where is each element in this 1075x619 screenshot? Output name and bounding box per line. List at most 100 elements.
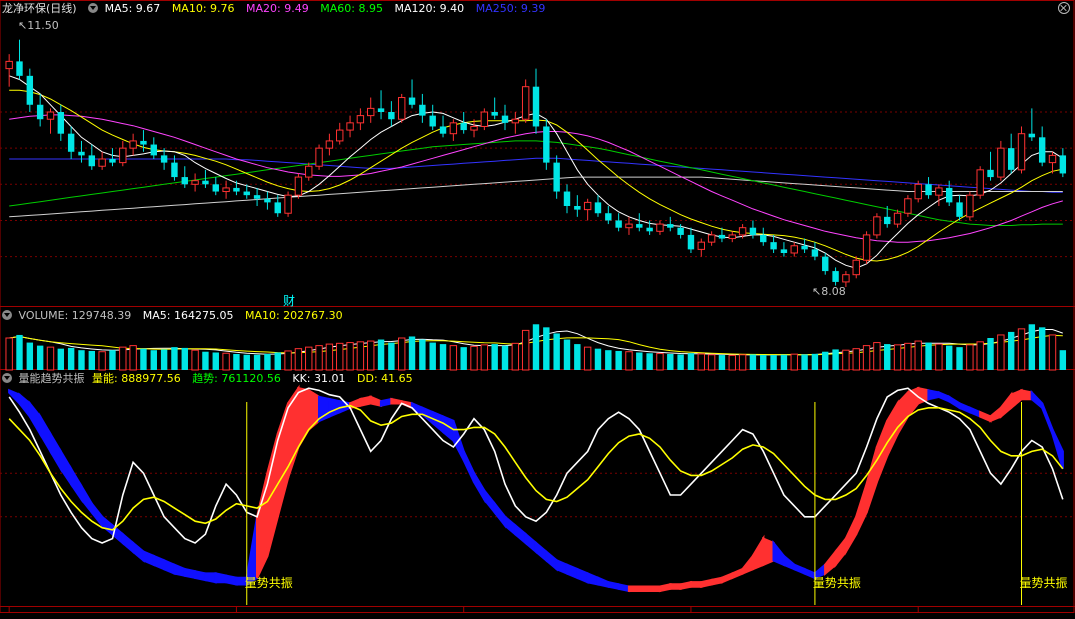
band-segment [958, 401, 971, 414]
candle-body-down [1059, 155, 1067, 174]
candle-body-down [253, 195, 261, 199]
volume-bar-down [36, 345, 44, 370]
candle-body-down [677, 227, 684, 235]
candle-body-up [336, 129, 344, 142]
volume-bar-down [615, 350, 622, 370]
volume-bar-up [583, 346, 592, 371]
volume-bar-up [398, 337, 406, 371]
candle-body-up [1017, 133, 1026, 171]
volume-bar-down [574, 344, 581, 370]
candle-body-down [501, 115, 509, 123]
candle-body-down [594, 202, 602, 214]
stock-chart-window: 龙净环保(日线) MA5: 9.67 MA10: 9.76 MA20: 9.49… [0, 0, 1075, 616]
volume-bar-down [67, 347, 75, 370]
candle-body-down [553, 162, 560, 192]
volume-bar-up [893, 344, 902, 371]
volume-bar-down [264, 354, 271, 370]
close-icon[interactable] [1058, 2, 1070, 14]
candle-body-up [904, 198, 912, 214]
candle-body-up [470, 125, 478, 131]
candle-body-down [946, 187, 953, 203]
volume-bar-down [563, 339, 571, 370]
volume-bar-up [470, 345, 478, 371]
candle-body-up [625, 223, 633, 229]
volume-bar-down [429, 342, 436, 370]
candle-body-up [842, 274, 850, 283]
volume-bar-down [822, 351, 829, 370]
candle-body-up [191, 180, 199, 185]
candle-body-down [16, 61, 23, 76]
candle-body-up [294, 176, 303, 196]
band-segment [596, 576, 610, 588]
candle-body-down [233, 187, 240, 192]
indicator-panel-header: 量能趋势共振 量能: 888977.56 趋势: 761120.56 KK: 3… [2, 371, 421, 387]
main-panel-header: 龙净环保(日线) MA5: 9.67 MA10: 9.76 MA20: 9.49… [2, 1, 553, 17]
candle-body-up [284, 194, 292, 214]
volume-bar-down [677, 354, 684, 370]
candle-body-down [987, 169, 994, 178]
band-segment [741, 552, 754, 576]
volume-menu-icon[interactable] [2, 310, 12, 320]
candle-body-up [728, 234, 736, 240]
financial-report-marker[interactable]: 财 [283, 292, 295, 309]
volume-bar-up [119, 346, 127, 371]
volume-bar-up [1048, 334, 1057, 371]
kk-label: KK: 31.01 [292, 372, 346, 385]
volume-bar-down [811, 353, 819, 370]
volume-bar-up [904, 342, 912, 371]
volume-bar-up [625, 351, 633, 371]
band-segment [720, 571, 734, 584]
candle-body-up [480, 111, 489, 127]
band-segment [1020, 389, 1033, 401]
band-segment [824, 548, 837, 576]
band-segment [472, 469, 486, 504]
band-segment [617, 583, 631, 593]
indicator-menu-icon[interactable] [2, 373, 12, 383]
volume-bar-down [925, 342, 932, 370]
band-segment [772, 539, 785, 567]
candle-body-up [346, 122, 354, 131]
band-segment [359, 395, 372, 407]
band-segment [152, 554, 166, 571]
candle-body-down [956, 202, 963, 217]
band-segment [937, 390, 951, 403]
candle-body-up [46, 111, 55, 120]
band-segment [225, 574, 238, 586]
candle-body-down [615, 220, 622, 228]
volume-bar-down [780, 354, 788, 370]
candle-body-down [822, 256, 829, 272]
candle-body-up [98, 158, 106, 167]
volume-bar-down [26, 342, 34, 370]
band-segment [121, 531, 135, 555]
band-segment [80, 482, 93, 516]
volume-bar-up [966, 344, 974, 371]
candle-body-down [760, 234, 767, 243]
band-segment [18, 392, 31, 420]
band-segment [679, 580, 693, 591]
stock-title: 龙净环保(日线) [2, 2, 77, 15]
band-segment [638, 585, 651, 592]
band-segment [855, 483, 868, 535]
band-segment [989, 405, 1002, 423]
band-segment [142, 550, 155, 567]
candle-body-down [171, 162, 178, 178]
band-segment [751, 534, 765, 571]
volume-bar-up [315, 345, 323, 371]
band-segment [163, 558, 176, 576]
band-segment [658, 583, 672, 593]
candle-body-down [605, 213, 612, 221]
volume-bar-up [356, 341, 365, 371]
candlesticks [5, 39, 1067, 287]
volume-bar-down [1059, 350, 1067, 370]
volume-bar-down [140, 348, 147, 370]
volume-bar-down [646, 353, 653, 370]
band-segment [834, 535, 847, 568]
candle-body-down [646, 227, 653, 232]
panel-menu-icon[interactable] [88, 3, 99, 13]
band-segment [762, 536, 775, 567]
band-segment [483, 487, 496, 516]
candle-body-up [367, 107, 375, 117]
ma5-label: MA5: 9.67 [104, 2, 161, 15]
band-segment [266, 433, 279, 557]
volume-bar-down [801, 354, 808, 370]
